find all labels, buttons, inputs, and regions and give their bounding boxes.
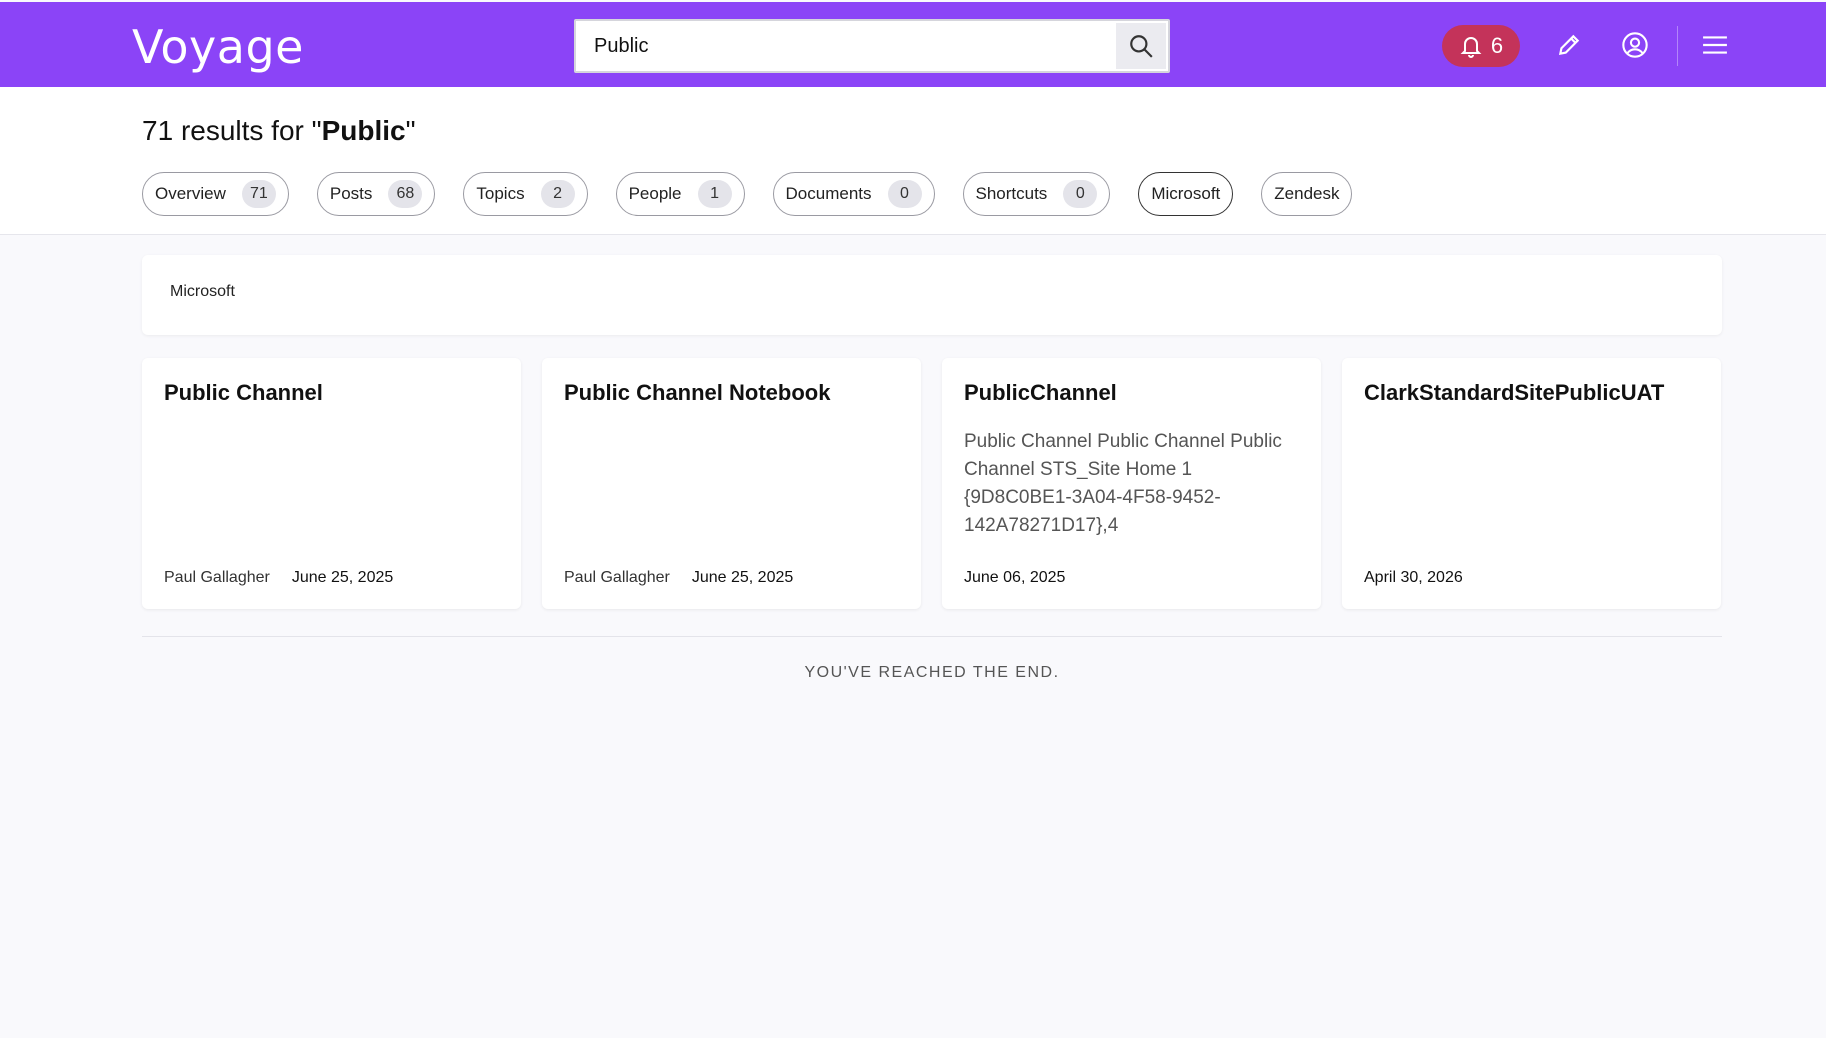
pencil-icon [1558,34,1580,56]
result-card[interactable]: Public Channel Notebook Paul Gallagher J… [542,358,921,609]
card-date: April 30, 2026 [1364,569,1463,586]
card-author: Paul Gallagher [564,569,670,586]
chip-label: People [628,184,682,203]
card-meta: Paul Gallagher June 25, 2025 [564,569,793,587]
chip-zendesk[interactable]: Zendesk [1261,172,1353,216]
top-bar: Voyage 6 [0,2,1826,87]
results-count: 71 [142,115,174,146]
results-title: 71 results for "Public" [142,115,416,147]
notifications-button[interactable]: 6 [1442,25,1520,67]
card-description: Public Channel Public Channel Public Cha… [964,431,1282,536]
profile-button[interactable] [1618,28,1652,62]
card-meta: April 30, 2026 [1364,569,1463,587]
result-card[interactable]: Public Channel Paul Gallagher June 25, 2… [142,358,521,609]
card-title[interactable]: Public Channel Notebook [564,380,899,406]
search-box [574,19,1170,73]
result-cards: Public Channel Paul Gallagher June 25, 2… [142,358,1721,609]
notification-count: 6 [1490,33,1504,58]
results-prefix: results for " [180,115,322,146]
logo[interactable]: Voyage [132,20,304,74]
chip-label: Posts [329,184,373,203]
chip-people[interactable]: People 1 [615,172,745,216]
filter-chips: Overview 71 Posts 68 Topics 2 People 1 D… [142,172,1353,216]
header-divider [1677,26,1678,66]
chip-documents[interactable]: Documents 0 [772,172,935,216]
active-filter-bar: Microsoft [142,255,1722,335]
result-card[interactable]: PublicChannel Public Channel Public Chan… [942,358,1321,609]
search-input[interactable] [576,21,1116,71]
user-circle-icon [1622,32,1648,58]
results-panel: 71 results for "Public" Overview 71 Post… [0,87,1826,235]
search-icon [1130,35,1153,58]
result-card[interactable]: ClarkStandardSitePublicUAT April 30, 202… [1342,358,1721,609]
active-filter-tag[interactable]: Microsoft [170,283,235,301]
chip-count: 0 [1063,180,1098,208]
chip-topics[interactable]: Topics 2 [463,172,588,216]
chip-label: Topics [476,184,525,203]
chip-overview[interactable]: Overview 71 [142,172,289,216]
card-date: June 06, 2025 [964,569,1066,586]
chip-label: Microsoft [1151,184,1221,203]
card-title[interactable]: Public Channel [164,380,499,406]
card-meta: Paul Gallagher June 25, 2025 [164,569,393,587]
menu-button[interactable] [1698,28,1732,62]
chip-count: 1 [697,180,732,208]
chip-label: Shortcuts [975,184,1048,203]
results-query: Public [321,115,406,146]
card-meta: June 06, 2025 [964,569,1065,587]
chip-label: Zendesk [1274,184,1340,203]
chip-count: 71 [241,180,276,208]
bell-icon [1460,37,1482,58]
card-title[interactable]: PublicChannel [964,380,1299,406]
card-title[interactable]: ClarkStandardSitePublicUAT [1364,380,1699,406]
end-of-results-text: YOU'VE REACHED THE END. [804,664,1060,681]
card-date: June 25, 2025 [691,569,794,586]
card-date: June 25, 2025 [291,569,394,586]
chip-count: 68 [388,180,423,208]
chip-shortcuts[interactable]: Shortcuts 0 [962,172,1111,216]
chip-label: Documents [785,184,872,203]
end-divider [142,636,1722,637]
results-suffix: " [405,115,416,146]
menu-icon [1703,36,1727,54]
chip-count: 2 [540,180,575,208]
chip-label: Overview [155,184,226,203]
compose-button[interactable] [1552,28,1586,62]
chip-microsoft[interactable]: Microsoft [1138,172,1234,216]
search-button[interactable] [1116,23,1166,69]
chip-posts[interactable]: Posts 68 [316,172,436,216]
chip-count: 0 [887,180,922,208]
card-author: Paul Gallagher [164,569,270,586]
